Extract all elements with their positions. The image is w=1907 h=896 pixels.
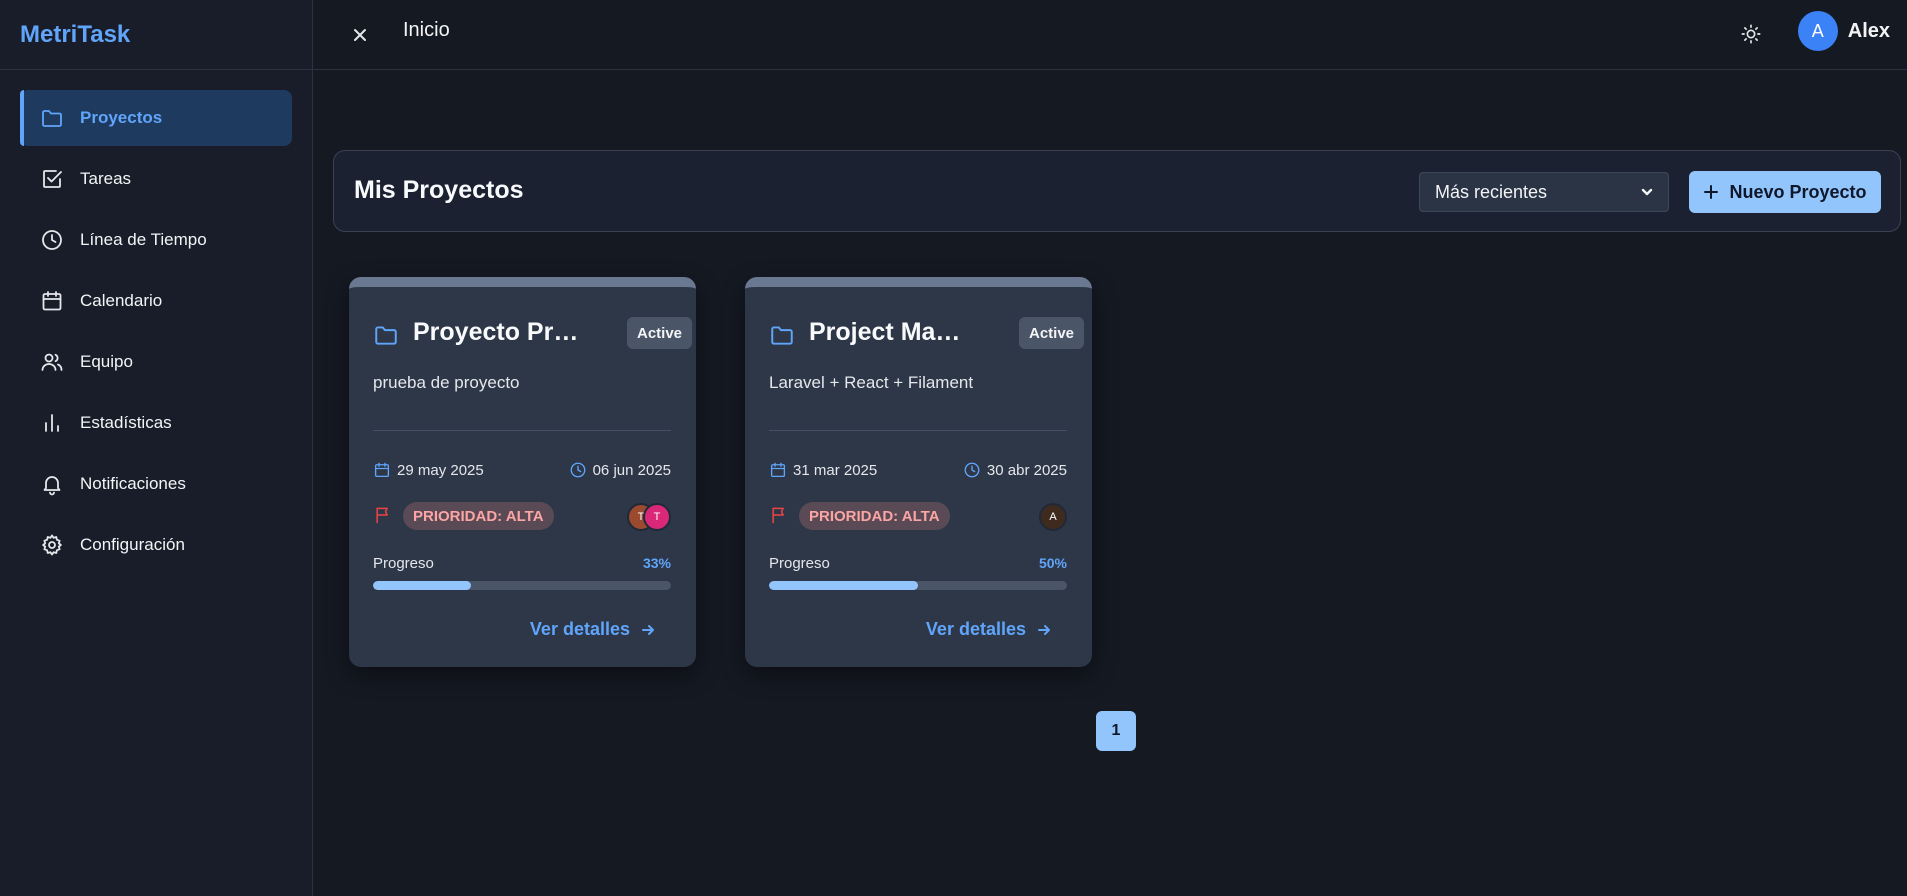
- plus-icon: [1704, 185, 1719, 199]
- avatar[interactable]: A: [1039, 503, 1067, 531]
- page-title: Inicio: [403, 19, 450, 41]
- brand: MetriTask: [0, 0, 312, 70]
- projects-header-panel: Mis Proyectos Más recientes Nuevo Proyec…: [333, 150, 1901, 232]
- start-date-text: 31 mar 2025: [793, 461, 878, 479]
- avatar[interactable]: T: [643, 503, 671, 531]
- sidebar-item-linea-de-tiempo[interactable]: Línea de Tiempo: [20, 212, 292, 268]
- sidebar-item-equipo[interactable]: Equipo: [20, 334, 292, 390]
- start-date: 29 may 2025: [373, 461, 484, 479]
- clock-icon: [570, 462, 586, 478]
- close-icon: [354, 29, 366, 41]
- sidebar-item-calendario[interactable]: Calendario: [20, 273, 292, 329]
- member-avatars: T T: [627, 503, 671, 531]
- new-project-button-label: Nuevo Proyecto: [1729, 181, 1867, 202]
- project-card: Proyecto Pr… Active prueba de proyecto 2…: [349, 277, 696, 667]
- sun-icon: [1741, 24, 1761, 44]
- sidebar-item-estadisticas[interactable]: Estadísticas: [20, 395, 292, 451]
- sidebar-item-label: Equipo: [80, 352, 133, 371]
- bell-icon: [40, 472, 64, 496]
- sidebar-item-notificaciones[interactable]: Notificaciones: [20, 456, 292, 512]
- sidebar-item-label: Proyectos: [80, 108, 163, 127]
- status-badge: Active: [1019, 317, 1085, 349]
- calendar-icon: [40, 289, 64, 313]
- sidebar: MetriTask Proyectos Tareas Línea de Tiem…: [0, 0, 313, 896]
- start-date: 31 mar 2025: [769, 461, 877, 479]
- project-description: prueba de proyecto: [373, 373, 520, 392]
- sidebar-item-label: Línea de Tiempo: [80, 230, 207, 249]
- clock-icon: [40, 228, 64, 252]
- progress-label: Progreso: [769, 555, 830, 572]
- progress-bar-fill: [373, 581, 472, 590]
- folder-icon: [373, 322, 399, 348]
- priority-badge: PRIORIDAD: ALTA: [403, 502, 554, 530]
- section-title: Mis Proyectos: [354, 176, 524, 204]
- sidebar-item-label: Configuración: [80, 535, 185, 554]
- project-description: Laravel + React + Filament: [769, 373, 974, 392]
- calendar-icon: [770, 462, 786, 478]
- divider: [373, 430, 671, 431]
- view-details-link[interactable]: Ver detalles: [530, 619, 656, 640]
- gear-icon: [40, 533, 64, 557]
- bar-chart-icon: [40, 411, 64, 435]
- sidebar-item-configuracion[interactable]: Configuración: [20, 517, 292, 573]
- topbar: Inicio A Alex: [313, 0, 1907, 70]
- view-details-label: Ver detalles: [925, 619, 1026, 639]
- avatar: A: [1797, 11, 1838, 51]
- chevron-down-icon: [1638, 183, 1656, 201]
- arrow-right-icon: [642, 624, 654, 635]
- arrow-right-icon: [1038, 624, 1050, 635]
- sidebar-item-tareas[interactable]: Tareas: [20, 151, 292, 207]
- sidebar-item-label: Tareas: [80, 169, 132, 188]
- checkbox-icon: [40, 167, 64, 191]
- sidebar-item-label: Calendario: [80, 291, 163, 310]
- progress-bar: [769, 581, 1067, 590]
- new-project-button[interactable]: Nuevo Proyecto: [1689, 171, 1881, 213]
- calendar-icon: [374, 462, 390, 478]
- user-name: Alex: [1847, 19, 1890, 42]
- sidebar-nav: Proyectos Tareas Línea de Tiempo Calenda…: [0, 70, 312, 573]
- progress-bar-fill: [769, 581, 918, 590]
- pagination-page-button[interactable]: 1: [1096, 711, 1136, 751]
- project-title[interactable]: Project Ma…: [809, 318, 979, 347]
- flag-icon: [373, 505, 393, 525]
- start-date-text: 29 may 2025: [397, 461, 484, 479]
- progress-bar: [373, 581, 671, 590]
- theme-toggle-button[interactable]: [1735, 18, 1767, 50]
- divider: [769, 430, 1067, 431]
- sidebar-item-label: Estadísticas: [80, 413, 172, 432]
- end-date-text: 30 abr 2025: [986, 461, 1067, 479]
- brand-logo-text[interactable]: MetriTask: [20, 21, 130, 49]
- clock-icon: [964, 462, 980, 478]
- sidebar-item-label: Notificaciones: [80, 474, 186, 493]
- end-date: 30 abr 2025: [963, 461, 1067, 479]
- sort-select[interactable]: Más recientes: [1419, 172, 1669, 212]
- project-card: Project Ma… Active Laravel + React + Fil…: [745, 277, 1092, 667]
- users-icon: [40, 350, 64, 374]
- folder-icon: [40, 106, 64, 130]
- user-menu[interactable]: A Alex: [1797, 11, 1890, 51]
- priority-badge: PRIORIDAD: ALTA: [799, 502, 950, 530]
- project-title[interactable]: Proyecto Pr…: [413, 318, 583, 347]
- view-details-label: Ver detalles: [529, 619, 630, 639]
- progress-value: 33%: [642, 555, 671, 571]
- progress-value: 50%: [1038, 555, 1067, 571]
- flag-icon: [769, 505, 789, 525]
- end-date: 06 jun 2025: [569, 461, 671, 479]
- folder-icon: [769, 322, 795, 348]
- progress-label: Progreso: [373, 555, 434, 572]
- close-sidebar-button[interactable]: [347, 22, 373, 48]
- status-badge: Active: [627, 317, 693, 349]
- member-avatars: A: [1039, 503, 1067, 531]
- view-details-link[interactable]: Ver detalles: [926, 619, 1052, 640]
- end-date-text: 06 jun 2025: [592, 461, 671, 479]
- sidebar-item-proyectos[interactable]: Proyectos: [20, 90, 292, 146]
- sort-select-value: Más recientes: [1435, 181, 1548, 202]
